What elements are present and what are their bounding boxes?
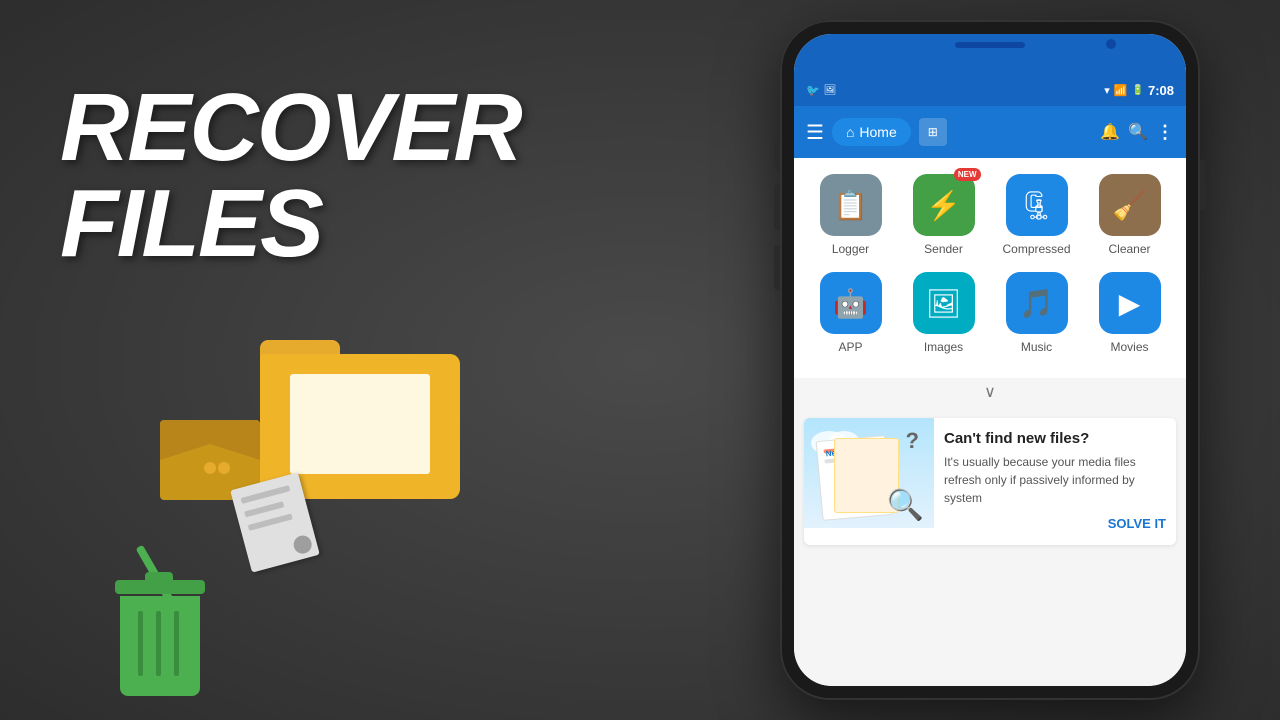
app-bar: ☰ ⌂ Home ⊞ 🔔 🔍 ⋮ (794, 106, 1186, 158)
new-badge: NEW (954, 168, 981, 181)
home-label: Home (859, 124, 896, 140)
info-card: New Files ? 🔍 Can't find new files? It's… (804, 418, 1176, 545)
grid-item-movies[interactable]: ▶ Movies (1090, 272, 1170, 354)
info-card-action: SOLVE IT (944, 515, 1166, 533)
info-card-body: It's usually because your media files re… (944, 453, 1166, 507)
status-bar: 🐦 🖼 ▾ 📶 🔋 7:08 (794, 74, 1186, 106)
grid-item-app[interactable]: 🤖 APP (811, 272, 891, 354)
notification-icon: 🐦 (806, 84, 820, 97)
status-right-icons: ▾ 📶 🔋 7:08 (1104, 83, 1174, 98)
home-icon: ⌂ (846, 124, 854, 140)
phone-outer: 🐦 🖼 ▾ 📶 🔋 7:08 ☰ ⌂ Home (780, 20, 1200, 700)
hero-title: RECOVERFILES (60, 80, 521, 272)
info-card-content: Can't find new files? It's usually becau… (934, 418, 1176, 545)
status-left-icons: 🐦 🖼 (806, 84, 836, 97)
signal-icon: 📶 (1114, 84, 1128, 97)
grid-item-logger[interactable]: 📋 Logger (811, 174, 891, 256)
volume-up-button (774, 185, 780, 230)
sender-icon: ⚡ NEW (913, 174, 975, 236)
status-time: 7:08 (1148, 83, 1174, 98)
music-label: Music (1021, 340, 1052, 354)
grid-row-1: 📋 Logger ⚡ NEW Sender (804, 174, 1176, 256)
info-card-illustration: New Files ? 🔍 (804, 418, 934, 528)
logger-label: Logger (832, 242, 869, 256)
app-grid: 📋 Logger ⚡ NEW Sender (794, 158, 1186, 378)
grid-view-icon: ⊞ (928, 125, 938, 139)
logger-icon: 📋 (820, 174, 882, 236)
speaker-bar (955, 42, 1025, 48)
home-button[interactable]: ⌂ Home (832, 118, 911, 146)
app-icon: 🤖 (820, 272, 882, 334)
trash-icon (120, 580, 210, 696)
grid-item-compressed[interactable]: 🗜 Compressed (997, 174, 1077, 256)
app-bar-actions: 🔔 🔍 ⋮ (1100, 122, 1174, 143)
volume-down-button (774, 245, 780, 290)
wifi-icon: ▾ (1104, 84, 1110, 97)
phone-mockup: 🐦 🖼 ▾ 📶 🔋 7:08 ☰ ⌂ Home (760, 20, 1220, 700)
music-icon: 🎵 (1006, 272, 1068, 334)
info-card-title: Can't find new files? (944, 430, 1166, 447)
phone-screen: 🐦 🖼 ▾ 📶 🔋 7:08 ☰ ⌂ Home (794, 34, 1186, 686)
app-screen: 🐦 🖼 ▾ 📶 🔋 7:08 ☰ ⌂ Home (794, 34, 1186, 686)
cleaner-icon: 🧹 (1099, 174, 1161, 236)
menu-icon[interactable]: ☰ (806, 120, 824, 145)
grid-item-music[interactable]: 🎵 Music (997, 272, 1077, 354)
power-button (1200, 160, 1206, 210)
grid-item-cleaner[interactable]: 🧹 Cleaner (1090, 174, 1170, 256)
movies-icon: ▶ (1099, 272, 1161, 334)
grid-row-2: 🤖 APP 🖼 Images 🎵 (804, 272, 1176, 354)
notification-bell-icon[interactable]: 🔔 (1100, 122, 1120, 142)
compressed-label: Compressed (1002, 242, 1070, 256)
movies-label: Movies (1110, 340, 1148, 354)
image-notification-icon: 🖼 (824, 85, 837, 96)
images-label: Images (924, 340, 963, 354)
compressed-icon: 🗜 (1006, 174, 1068, 236)
view-toggle-button[interactable]: ⊞ (919, 118, 947, 146)
question-mark-icon: ? (906, 428, 919, 454)
illustration (60, 340, 640, 700)
battery-icon: 🔋 (1132, 85, 1144, 96)
grid-item-sender[interactable]: ⚡ NEW Sender (904, 174, 984, 256)
sender-label: Sender (924, 242, 963, 256)
phone-top-area (794, 34, 1186, 74)
camera-dot (1106, 39, 1116, 49)
mute-button (774, 140, 780, 170)
search-icon[interactable]: 🔍 (1128, 122, 1148, 142)
magnify-icon: 🔍 (887, 488, 924, 523)
overflow-menu-icon[interactable]: ⋮ (1156, 122, 1174, 143)
images-icon: 🖼 (913, 272, 975, 334)
cleaner-label: Cleaner (1108, 242, 1150, 256)
grid-item-images[interactable]: 🖼 Images (904, 272, 984, 354)
app-label: APP (838, 340, 862, 354)
expand-more-arrow[interactable]: ∨ (794, 378, 1186, 410)
solve-it-button[interactable]: SOLVE IT (1108, 516, 1166, 531)
